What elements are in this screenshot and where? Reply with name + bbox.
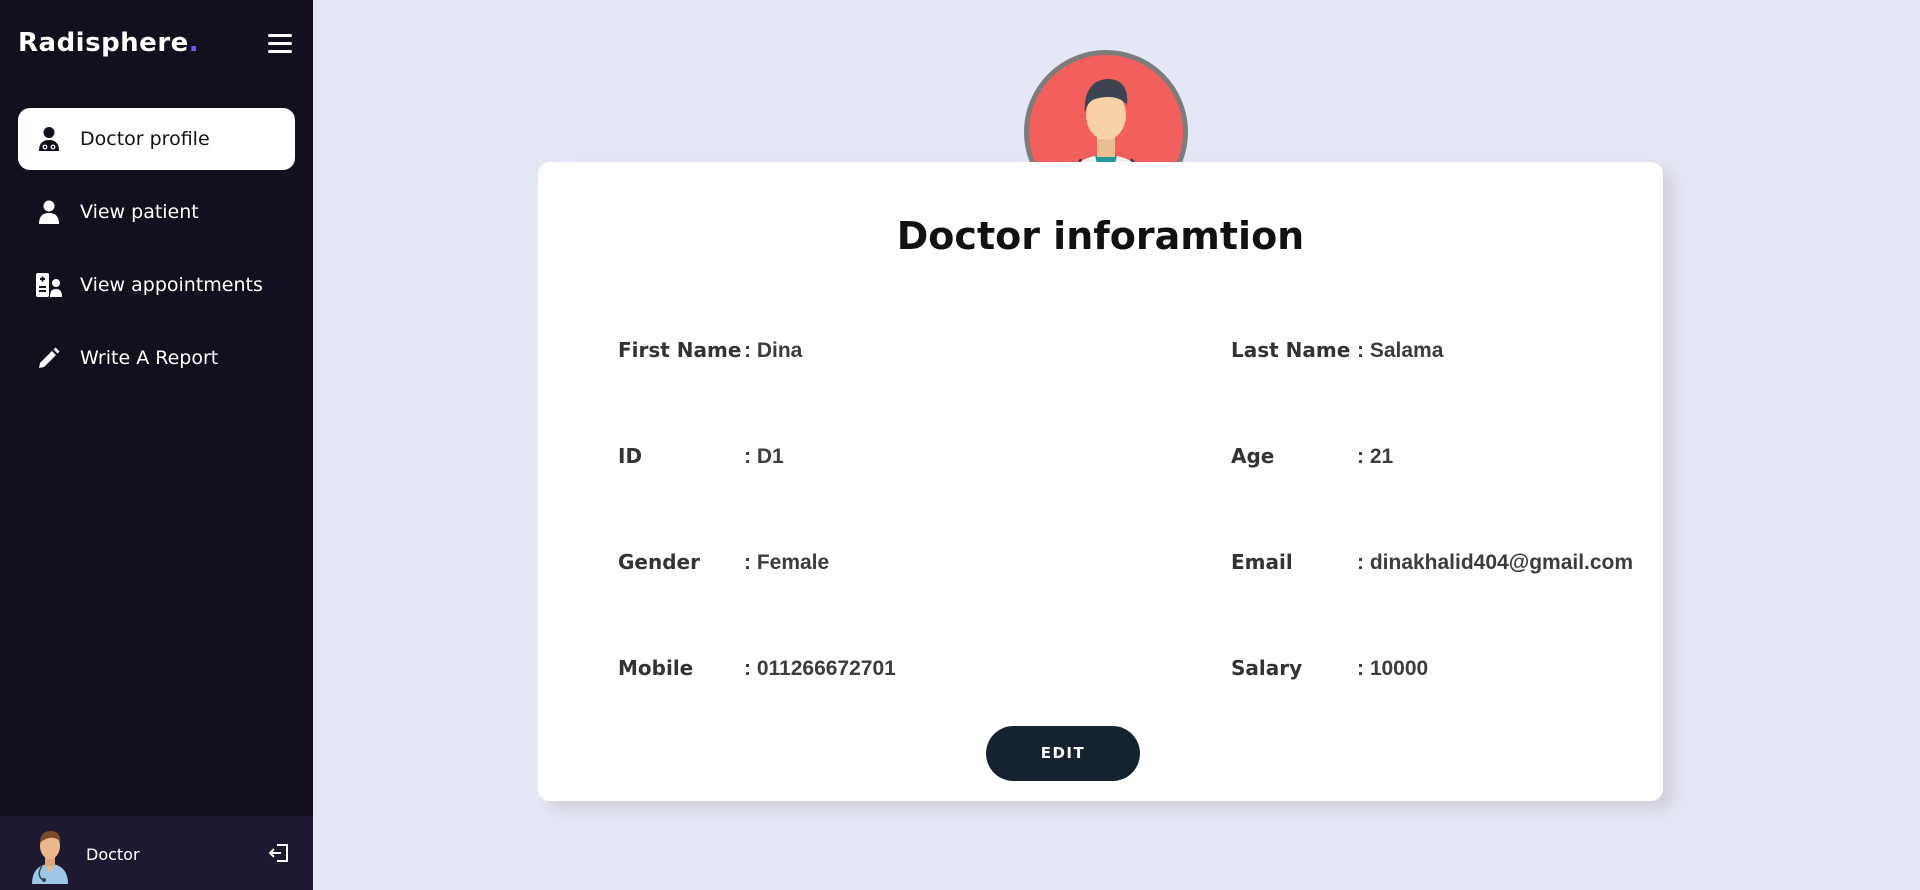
logo-text: Radisphere: [18, 28, 189, 58]
field-value: : Salama: [1357, 339, 1444, 362]
user-avatar[interactable]: [28, 828, 72, 884]
sidebar-item-view-appointments[interactable]: View appointments: [18, 254, 295, 316]
pencil-icon: [34, 343, 64, 373]
field-salary: Salary : 10000: [1231, 656, 1428, 681]
field-value: : 011266672701: [744, 657, 896, 680]
field-label: Last Name: [1231, 338, 1351, 362]
field-last-name: Last Name : Salama: [1231, 338, 1443, 363]
sidebar-item-label: Doctor profile: [80, 128, 210, 150]
sidebar-item-label: View patient: [80, 201, 199, 223]
app-logo[interactable]: Radisphere.: [18, 28, 199, 58]
hamburger-menu-icon[interactable]: [268, 34, 292, 54]
appointment-icon: [34, 270, 64, 300]
field-label: Email: [1231, 550, 1293, 574]
field-value: : 21: [1357, 445, 1394, 468]
sidebar-item-write-report[interactable]: Write A Report: [18, 327, 295, 389]
field-mobile: Mobile : 011266672701: [618, 656, 896, 681]
field-age: Age : 21: [1231, 444, 1393, 469]
field-label: First Name: [618, 338, 742, 362]
logo-dot: .: [188, 28, 200, 58]
field-label: Salary: [1231, 656, 1303, 680]
sidebar-nav: Doctor profile View patient View appoint…: [18, 108, 295, 400]
logout-icon[interactable]: [268, 842, 290, 864]
field-first-name: First Name: Dina: [618, 338, 802, 363]
user-icon: [34, 197, 64, 227]
sidebar-item-view-patient[interactable]: View patient: [18, 181, 295, 243]
field-value: : D1: [744, 445, 784, 468]
logo-row: Radisphere.: [0, 0, 313, 90]
field-value: : dinakhalid404@gmail.com: [1357, 551, 1634, 574]
user-bar: Doctor: [0, 816, 313, 890]
field-email: Email : dinakhalid404@gmail.com: [1231, 550, 1633, 575]
field-label: Age: [1231, 444, 1275, 468]
field-label: Gender: [618, 550, 700, 574]
user-name: Doctor: [86, 845, 140, 864]
edit-button[interactable]: EDIT: [986, 726, 1140, 781]
field-id: ID : D1: [618, 444, 784, 469]
field-gender: Gender : Female: [618, 550, 829, 575]
field-value: : 10000: [1357, 657, 1429, 680]
field-label: Mobile: [618, 656, 694, 680]
doctor-icon: [34, 124, 64, 154]
sidebar: Radisphere. Doctor profile View patient …: [0, 0, 313, 890]
field-label: ID: [618, 444, 643, 468]
page-title: Doctor inforamtion: [896, 214, 1305, 258]
sidebar-item-label: View appointments: [80, 274, 263, 296]
sidebar-item-doctor-profile[interactable]: Doctor profile: [18, 108, 295, 170]
field-value: : Dina: [744, 339, 803, 362]
sidebar-item-label: Write A Report: [80, 347, 219, 369]
field-value: : Female: [744, 551, 830, 574]
doctor-info-card: Doctor inforamtion First Name: Dina Last…: [538, 162, 1663, 801]
